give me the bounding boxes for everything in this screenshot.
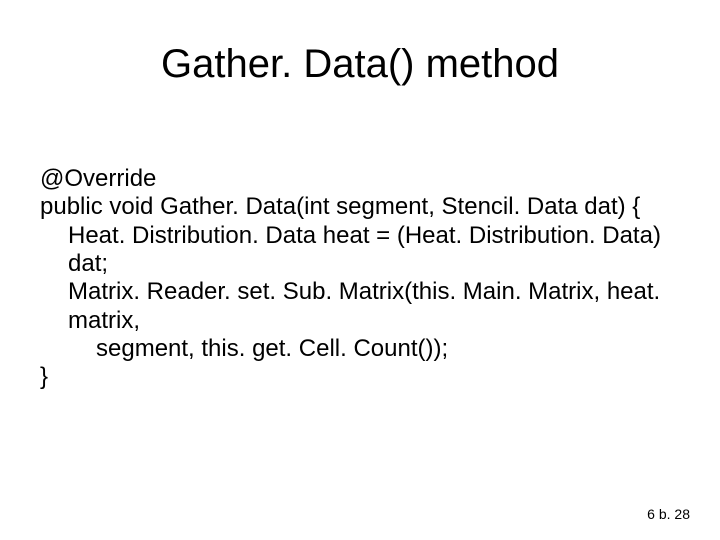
- page-number: 6 b. 28: [647, 506, 690, 522]
- code-block: @Override public void Gather. Data(int s…: [40, 165, 680, 392]
- slide-title: Gather. Data() method: [0, 42, 720, 87]
- code-line: segment, this. get. Cell. Count());: [40, 335, 680, 363]
- code-line: Matrix. Reader. set. Sub. Matrix(this. M…: [40, 278, 680, 335]
- code-line: Heat. Distribution. Data heat = (Heat. D…: [40, 222, 680, 279]
- code-line: public void Gather. Data(int segment, St…: [40, 193, 640, 220]
- code-line: }: [40, 363, 48, 390]
- slide: Gather. Data() method @Override public v…: [0, 0, 720, 540]
- code-line: @Override: [40, 165, 156, 192]
